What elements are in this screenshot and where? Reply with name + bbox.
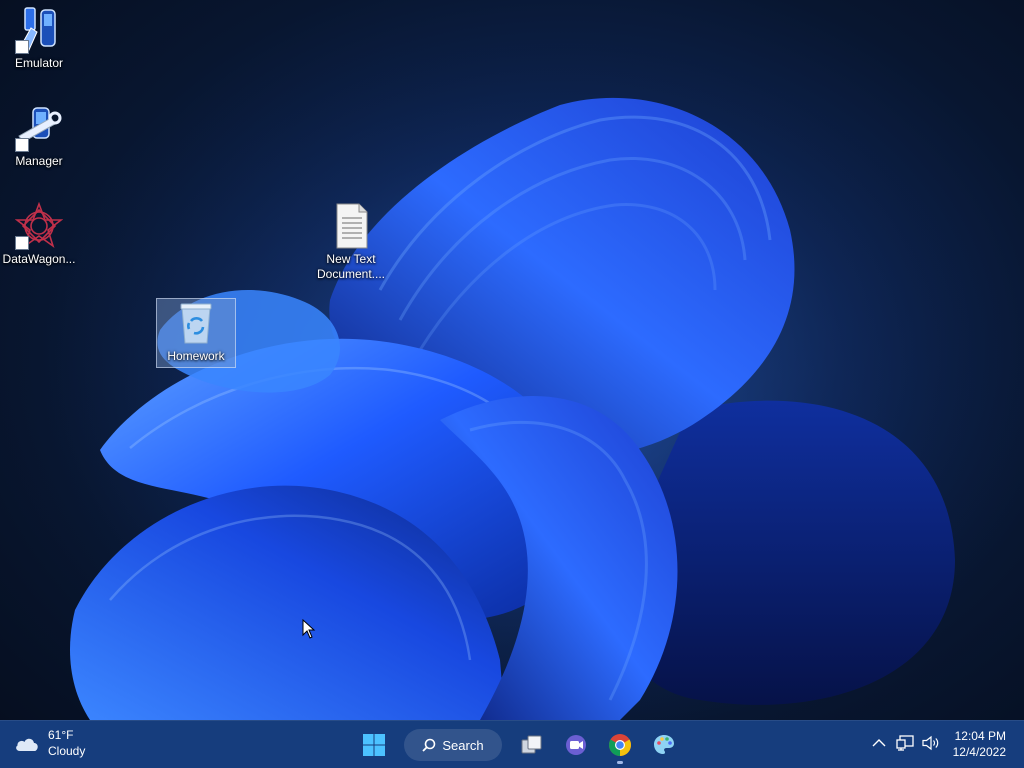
shortcut-arrow-icon: [15, 138, 29, 152]
manager-icon: [15, 104, 63, 152]
teams-meet-icon: [566, 735, 586, 755]
text-document-icon: [327, 202, 375, 250]
task-view-button[interactable]: [512, 725, 552, 765]
volume-icon: [922, 735, 939, 751]
weather-widget[interactable]: 61°F Cloudy: [14, 727, 85, 759]
network-button[interactable]: [893, 731, 917, 755]
weather-temperature: 61°F: [48, 728, 74, 742]
clock-time: 12:04 PM: [954, 729, 1006, 743]
running-indicator: [617, 761, 623, 764]
search-button[interactable]: Search: [404, 729, 502, 761]
network-icon: [896, 735, 914, 751]
chrome-icon: [609, 734, 631, 756]
mouse-cursor-icon: [302, 619, 316, 639]
datawagon-icon: [14, 201, 64, 250]
emulator-icon: [15, 6, 63, 54]
desktop[interactable]: Emulator Manager DataWagon... New Text D…: [0, 0, 1024, 768]
desktop-icon-label: New Text Document....: [316, 252, 386, 281]
cloud-icon: [16, 738, 38, 751]
clock-date: 12/4/2022: [952, 745, 1006, 759]
clock[interactable]: 12:04 PM 12/4/2022: [953, 728, 1006, 760]
wallpaper-bloom: [0, 20, 1024, 720]
paint-button[interactable]: [644, 725, 684, 765]
system-tray: [866, 731, 944, 755]
desktop-icon-emulator[interactable]: Emulator: [0, 6, 78, 71]
chevron-up-icon: [872, 739, 886, 747]
desktop-icon-label: DataWagon...: [2, 252, 76, 266]
shortcut-arrow-icon: [15, 40, 29, 54]
desktop-icon-homework[interactable]: Homework: [156, 298, 236, 368]
start-button[interactable]: [354, 725, 394, 765]
windows-start-icon: [363, 734, 385, 756]
taskbar: 61°F Cloudy Search 12:04 PM 12/4/2022: [0, 720, 1024, 768]
weather-condition: Cloudy: [48, 744, 86, 758]
recycle-bin-icon: [172, 299, 220, 347]
search-label: Search: [442, 737, 484, 753]
paint-palette-icon: [654, 735, 674, 754]
desktop-icon-label: Homework: [167, 349, 225, 363]
teams-meet-button[interactable]: [556, 725, 596, 765]
shortcut-arrow-icon: [15, 236, 29, 250]
taskbar-center: Search: [352, 725, 686, 765]
desktop-icon-datawagon[interactable]: DataWagon...: [0, 201, 78, 267]
task-view-icon: [521, 735, 542, 754]
search-icon: [422, 738, 436, 752]
desktop-icon-label: Emulator: [14, 56, 64, 70]
volume-button[interactable]: [919, 731, 943, 755]
desktop-icon-label: Manager: [15, 154, 63, 168]
show-hidden-icons-button[interactable]: [867, 731, 891, 755]
desktop-icon-manager[interactable]: Manager: [0, 104, 78, 169]
desktop-icon-new-text-document[interactable]: New Text Document....: [312, 202, 390, 282]
chrome-button[interactable]: [600, 725, 640, 765]
